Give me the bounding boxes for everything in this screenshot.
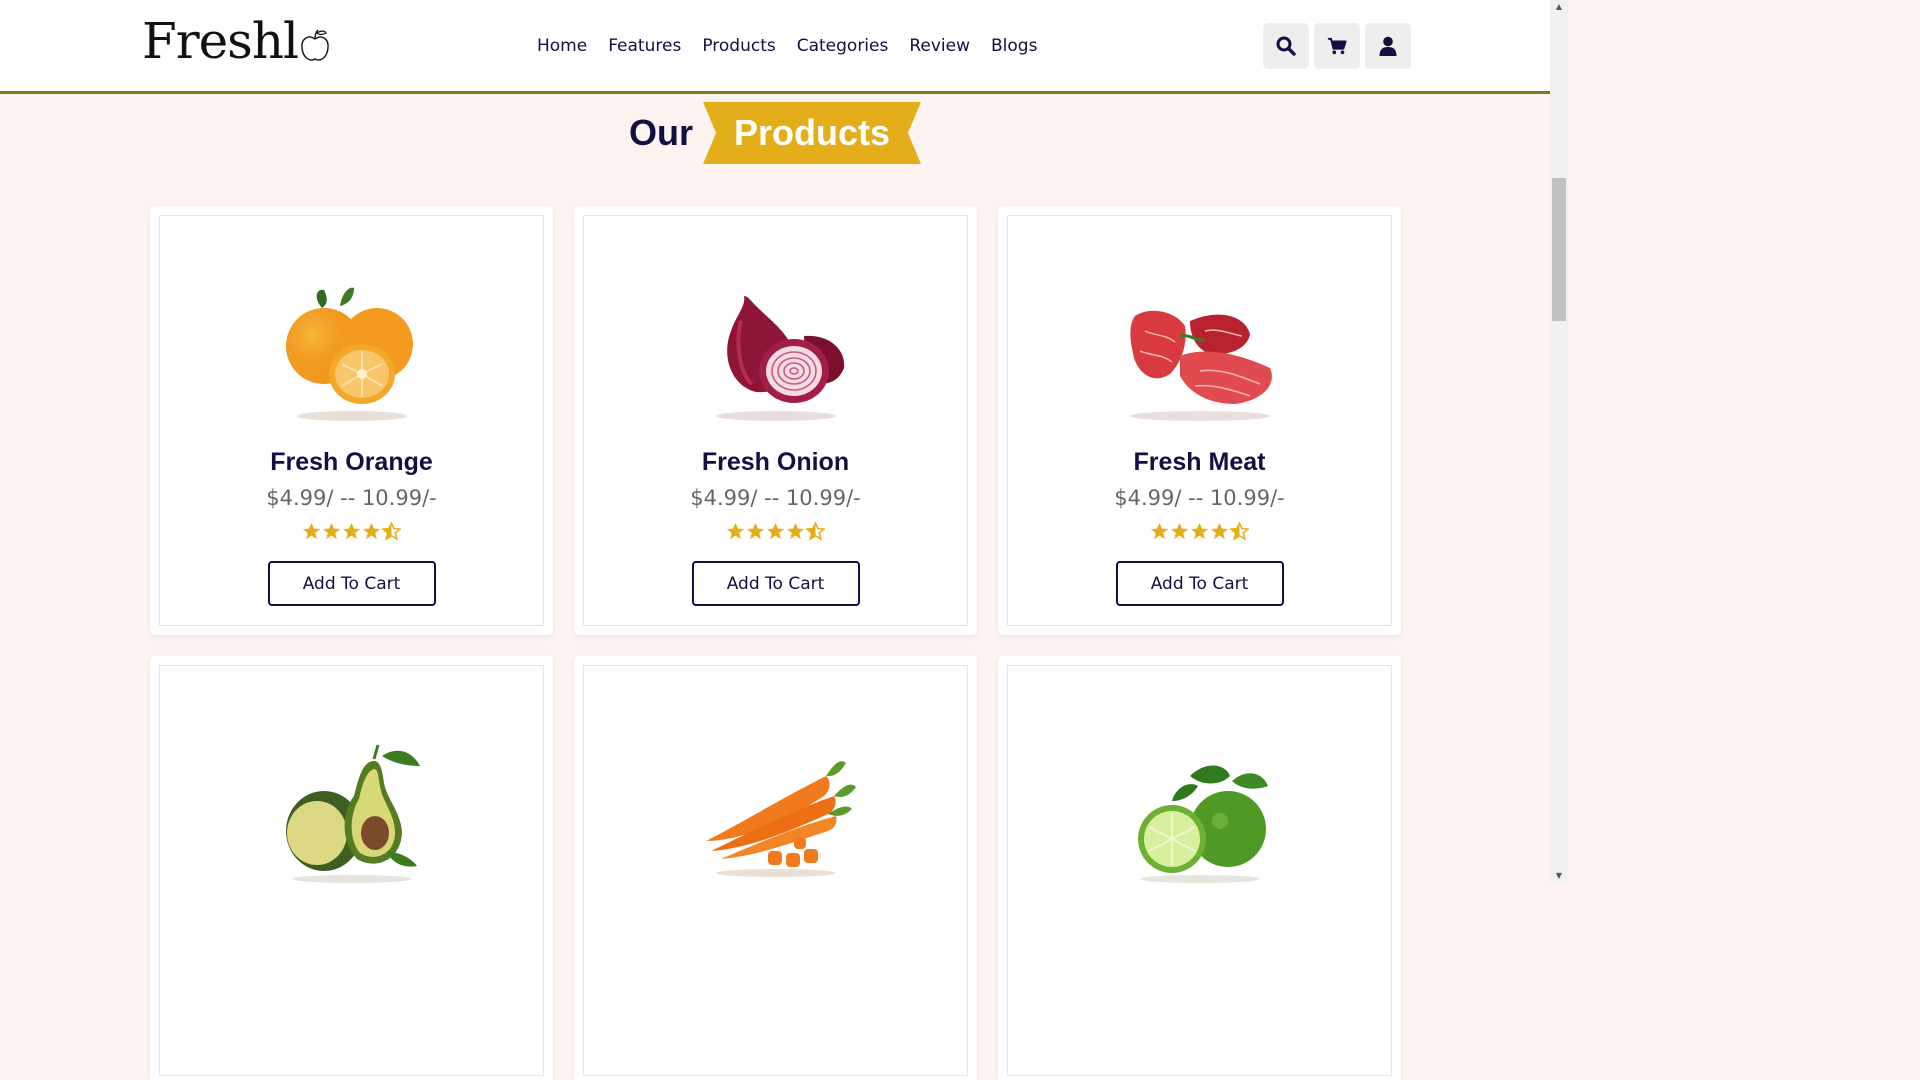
star-icon [1150,522,1169,540]
section-heading: Our Products [0,102,1550,164]
product-card-inner [159,665,544,1076]
star-icon [766,522,785,540]
product-card-inner [1007,665,1392,1076]
apple-logo-icon [301,29,329,61]
star-icon [362,522,381,540]
page-scrollbar[interactable]: ▲ ▼ [1550,0,1568,883]
star-icon [342,522,361,540]
nav-products[interactable]: Products [702,33,775,59]
product-name: Fresh Meat [1133,448,1266,476]
product-grid: Fresh Orange $4.99/ -- 10.99/- Add To Ca… [150,206,1401,1080]
product-card [574,656,977,1080]
main-nav: Home Features Products Categories Review… [537,33,1058,59]
add-to-cart-button[interactable]: Add To Cart [691,561,860,606]
star-icon [746,522,765,540]
logo-text: Freshl [142,12,299,70]
rating-stars [584,522,967,541]
heading-plain: Our [628,112,693,153]
scroll-thumb[interactable] [1552,178,1566,321]
product-card [998,656,1401,1080]
lime-image [1137,765,1268,883]
add-to-cart-button[interactable]: Add To Cart [267,561,436,606]
star-icon [322,522,341,540]
carrot-image [705,761,856,877]
star-icon [726,522,745,540]
product-name: Fresh Orange [270,448,433,476]
search-icon [1276,36,1296,56]
rating-stars [160,522,543,541]
nav-features[interactable]: Features [608,33,681,59]
header-icons [1263,23,1411,69]
product-card: Fresh Meat $4.99/ -- 10.99/- Add To Cart [998,206,1401,635]
rating-stars [1008,522,1391,541]
star-icon [1170,522,1189,540]
star-half-icon [382,522,401,541]
product-price: $4.99/ -- 10.99/- [1114,486,1285,510]
star-icon [786,522,805,540]
scroll-up-arrow-icon[interactable]: ▲ [1550,0,1568,14]
heading-highlight: Products [702,102,922,164]
product-price: $4.99/ -- 10.99/- [690,486,861,510]
search-button[interactable] [1263,23,1309,69]
product-card-inner: Fresh Meat $4.99/ -- 10.99/- Add To Cart [1007,215,1392,626]
star-half-icon [806,522,825,541]
product-card: Fresh Onion $4.99/ -- 10.99/- Add To Car… [574,206,977,635]
product-card [150,656,553,1080]
nav-blogs[interactable]: Blogs [991,33,1037,59]
product-name: Fresh Onion [701,448,850,476]
product-card-inner [583,665,968,1076]
scroll-down-arrow-icon[interactable]: ▼ [1550,869,1568,883]
add-to-cart-button[interactable]: Add To Cart [1115,561,1284,606]
logo[interactable]: Freshl [142,14,331,68]
star-half-icon [1230,522,1249,541]
star-icon [302,522,321,540]
nav-categories[interactable]: Categories [797,33,889,59]
onion-image [715,296,844,421]
product-card: Fresh Orange $4.99/ -- 10.99/- Add To Ca… [150,206,553,635]
product-price: $4.99/ -- 10.99/- [266,486,437,510]
user-icon [1379,36,1397,56]
orange-image [285,287,413,421]
nav-home[interactable]: Home [537,33,587,59]
nav-review[interactable]: Review [909,33,970,59]
site-header: Freshl Home Features Products Categories… [0,0,1550,94]
cart-icon [1327,37,1347,55]
star-icon [1210,522,1229,540]
cart-button[interactable] [1314,23,1360,69]
meat-image [1129,310,1272,421]
account-button[interactable] [1365,23,1411,69]
star-icon [1190,522,1209,540]
product-card-inner: Fresh Orange $4.99/ -- 10.99/- Add To Ca… [159,215,544,626]
avocado-image [285,744,420,883]
product-card-inner: Fresh Onion $4.99/ -- 10.99/- Add To Car… [583,215,968,626]
